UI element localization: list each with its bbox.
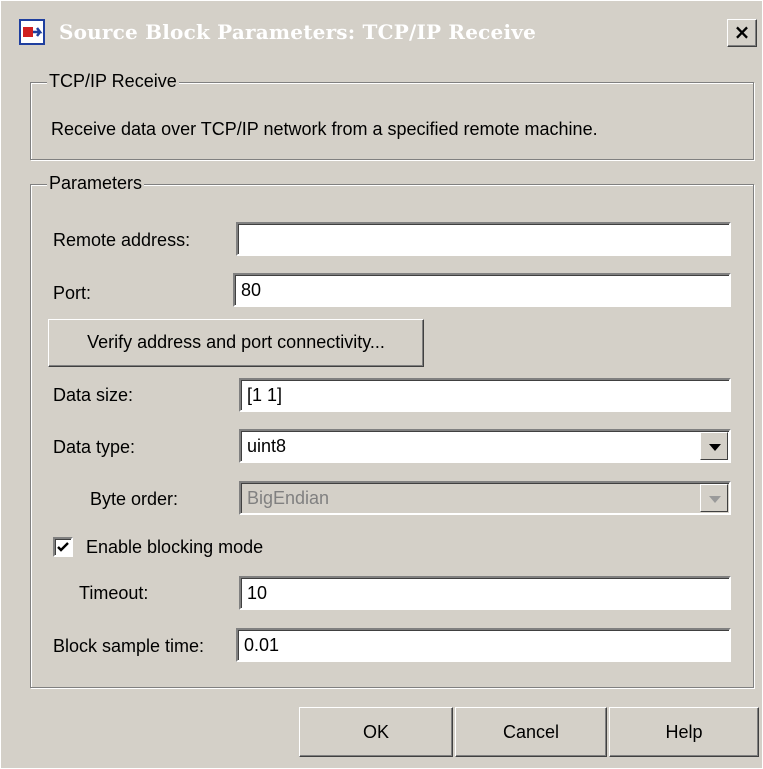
description-text: Receive data over TCP/IP network from a … [51, 119, 598, 139]
byte-order-value: BigEndian [247, 488, 330, 508]
data-size-label: Data size: [53, 385, 134, 405]
data-size-input[interactable]: [1 1] [239, 378, 731, 412]
timeout-input[interactable]: 10 [239, 576, 731, 610]
data-type-value: uint8 [247, 436, 287, 456]
enable-blocking-checkbox[interactable] [53, 537, 73, 557]
dialog-window: Source Block Parameters: TCP/IP Receive … [0, 0, 763, 769]
parameters-group-legend: Parameters [47, 173, 145, 194]
data-type-select[interactable]: uint8 [239, 429, 731, 463]
description-group-legend: TCP/IP Receive [47, 71, 179, 92]
close-button[interactable]: × [727, 19, 757, 47]
chevron-down-icon [700, 484, 728, 512]
close-icon: × [733, 20, 751, 44]
timeout-label: Timeout: [79, 583, 149, 603]
data-type-label: Data type: [53, 437, 136, 457]
ok-button[interactable]: OK [299, 707, 453, 757]
byte-order-select: BigEndian [239, 481, 731, 515]
window-title: Source Block Parameters: TCP/IP Receive [59, 20, 537, 44]
simulink-block-icon [19, 19, 45, 45]
sample-time-input[interactable]: 0.01 [236, 628, 731, 662]
sample-time-label: Block sample time: [53, 636, 205, 656]
cancel-button[interactable]: Cancel [455, 707, 607, 757]
byte-order-label: Byte order: [90, 489, 179, 509]
checkmark-icon [57, 542, 69, 552]
chevron-down-icon[interactable] [700, 432, 728, 460]
port-input[interactable]: 80 [233, 273, 731, 307]
remote-address-input[interactable] [236, 222, 731, 256]
enable-blocking-label[interactable]: Enable blocking mode [86, 537, 263, 558]
verify-connectivity-button[interactable]: Verify address and port connectivity... [48, 319, 424, 367]
title-bar[interactable]: Source Block Parameters: TCP/IP Receive … [11, 11, 759, 55]
help-button[interactable]: Help [609, 707, 759, 757]
port-label: Port: [53, 283, 92, 303]
remote-address-label: Remote address: [53, 230, 191, 250]
